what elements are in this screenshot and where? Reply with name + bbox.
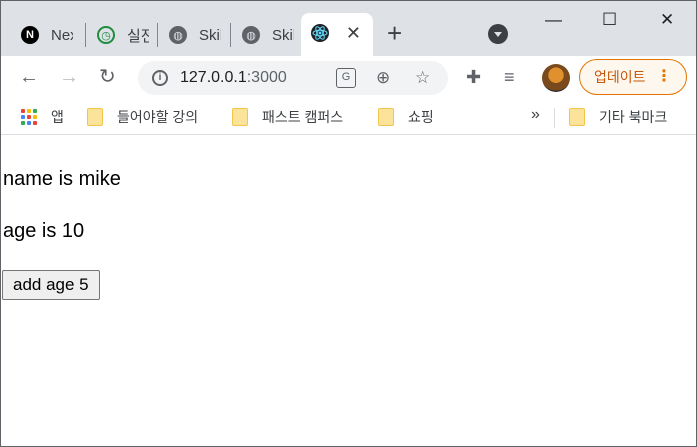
close-tab-icon[interactable]: ✕: [346, 23, 361, 43]
bookmark-apps[interactable]: 앱: [21, 107, 64, 127]
close-window-button[interactable]: ✕: [660, 9, 674, 31]
tab-title: Skil: [199, 26, 221, 44]
minimize-button[interactable]: —: [545, 9, 562, 31]
globe-icon: ◍: [242, 26, 260, 44]
bookmark-folder-shopping[interactable]: 쇼핑: [378, 107, 434, 127]
maximize-button[interactable]: ☐: [602, 9, 617, 31]
new-tab-button[interactable]: +: [387, 19, 402, 47]
reload-icon[interactable]: ↻: [99, 65, 116, 89]
forward-arrow-icon[interactable]: →: [59, 65, 79, 89]
react-icon: [311, 24, 329, 42]
url-text[interactable]: 127.0.0.1:3000: [180, 69, 287, 87]
update-button[interactable]: 업데이트 ⋮: [579, 59, 687, 95]
tab-separator: [230, 23, 231, 47]
browser-window: N Nex ◷ 실전 ◍ Skil ◍ Skil: [0, 0, 697, 447]
zoom-icon[interactable]: ⊕: [376, 68, 390, 88]
tab-skill-2[interactable]: ◍ Skil: [242, 17, 294, 53]
tab-title: Skil: [272, 26, 294, 44]
tab-title: 실전: [127, 27, 149, 45]
bookmark-label: 쇼핑: [408, 109, 434, 125]
tab-search-icon[interactable]: [488, 24, 508, 44]
tab-separator: [85, 23, 86, 47]
extensions-puzzle-icon[interactable]: ✚: [466, 65, 481, 89]
profile-avatar[interactable]: [542, 64, 570, 92]
tab-title: Nex: [51, 26, 73, 44]
bookmarks-overflow-icon[interactable]: »: [531, 106, 540, 124]
folder-icon: [569, 108, 585, 126]
bookmark-label: 패스트 캠퍼스: [262, 109, 344, 125]
tab-nextjs[interactable]: N Nex: [21, 17, 73, 53]
add-age-button[interactable]: add age 5: [2, 270, 100, 300]
apps-grid-icon: [21, 109, 37, 125]
tab-skill-1[interactable]: ◍ Skil: [169, 17, 221, 53]
folder-icon: [232, 108, 248, 126]
name-text: name is mike: [3, 168, 121, 190]
bookmark-label: 기타 북마크: [599, 109, 668, 125]
address-bar[interactable]: i 127.0.0.1:3000 G ⊕ ☆: [138, 61, 448, 95]
folder-icon: [378, 108, 394, 126]
folder-icon: [87, 108, 103, 126]
bookmark-other[interactable]: 기타 북마크: [569, 107, 667, 127]
bookmark-folder-fastcampus[interactable]: 패스트 캠퍼스: [232, 107, 343, 127]
tab-strip: N Nex ◷ 실전 ◍ Skil ◍ Skil: [1, 1, 696, 56]
menu-dots-icon[interactable]: ⋮: [656, 67, 672, 87]
tab-lecture[interactable]: ◷ 실전: [97, 17, 149, 53]
tab-active-react[interactable]: ✕: [301, 13, 373, 56]
green-clock-icon: ◷: [97, 26, 115, 44]
page-content: name is mike age is 10 add age 5: [1, 142, 696, 446]
media-queue-icon[interactable]: ≡: [504, 65, 515, 89]
bookmarks-divider: [554, 108, 555, 128]
bookmark-label: 들어야할 강의: [117, 109, 199, 125]
site-info-icon[interactable]: i: [152, 70, 168, 86]
browser-toolbar: ← → ↻ i 127.0.0.1:3000 G ⊕ ☆ ✚ ≡ 업데이트 ⋮: [1, 56, 696, 100]
update-label: 업데이트: [594, 69, 646, 85]
age-text: age is 10: [3, 220, 85, 242]
bookmark-label: 앱: [51, 109, 64, 125]
back-arrow-icon[interactable]: ←: [19, 65, 39, 89]
translate-icon[interactable]: G: [336, 68, 356, 88]
bookmark-star-icon[interactable]: ☆: [415, 68, 430, 88]
bookmark-folder-lectures[interactable]: 들어야할 강의: [87, 107, 198, 127]
globe-icon: ◍: [169, 26, 187, 44]
tab-separator: [157, 23, 158, 47]
bookmarks-bar: 앱 들어야할 강의 패스트 캠퍼스 쇼핑 » 기타 북마크: [1, 100, 696, 135]
nextjs-n-icon: N: [21, 26, 39, 44]
